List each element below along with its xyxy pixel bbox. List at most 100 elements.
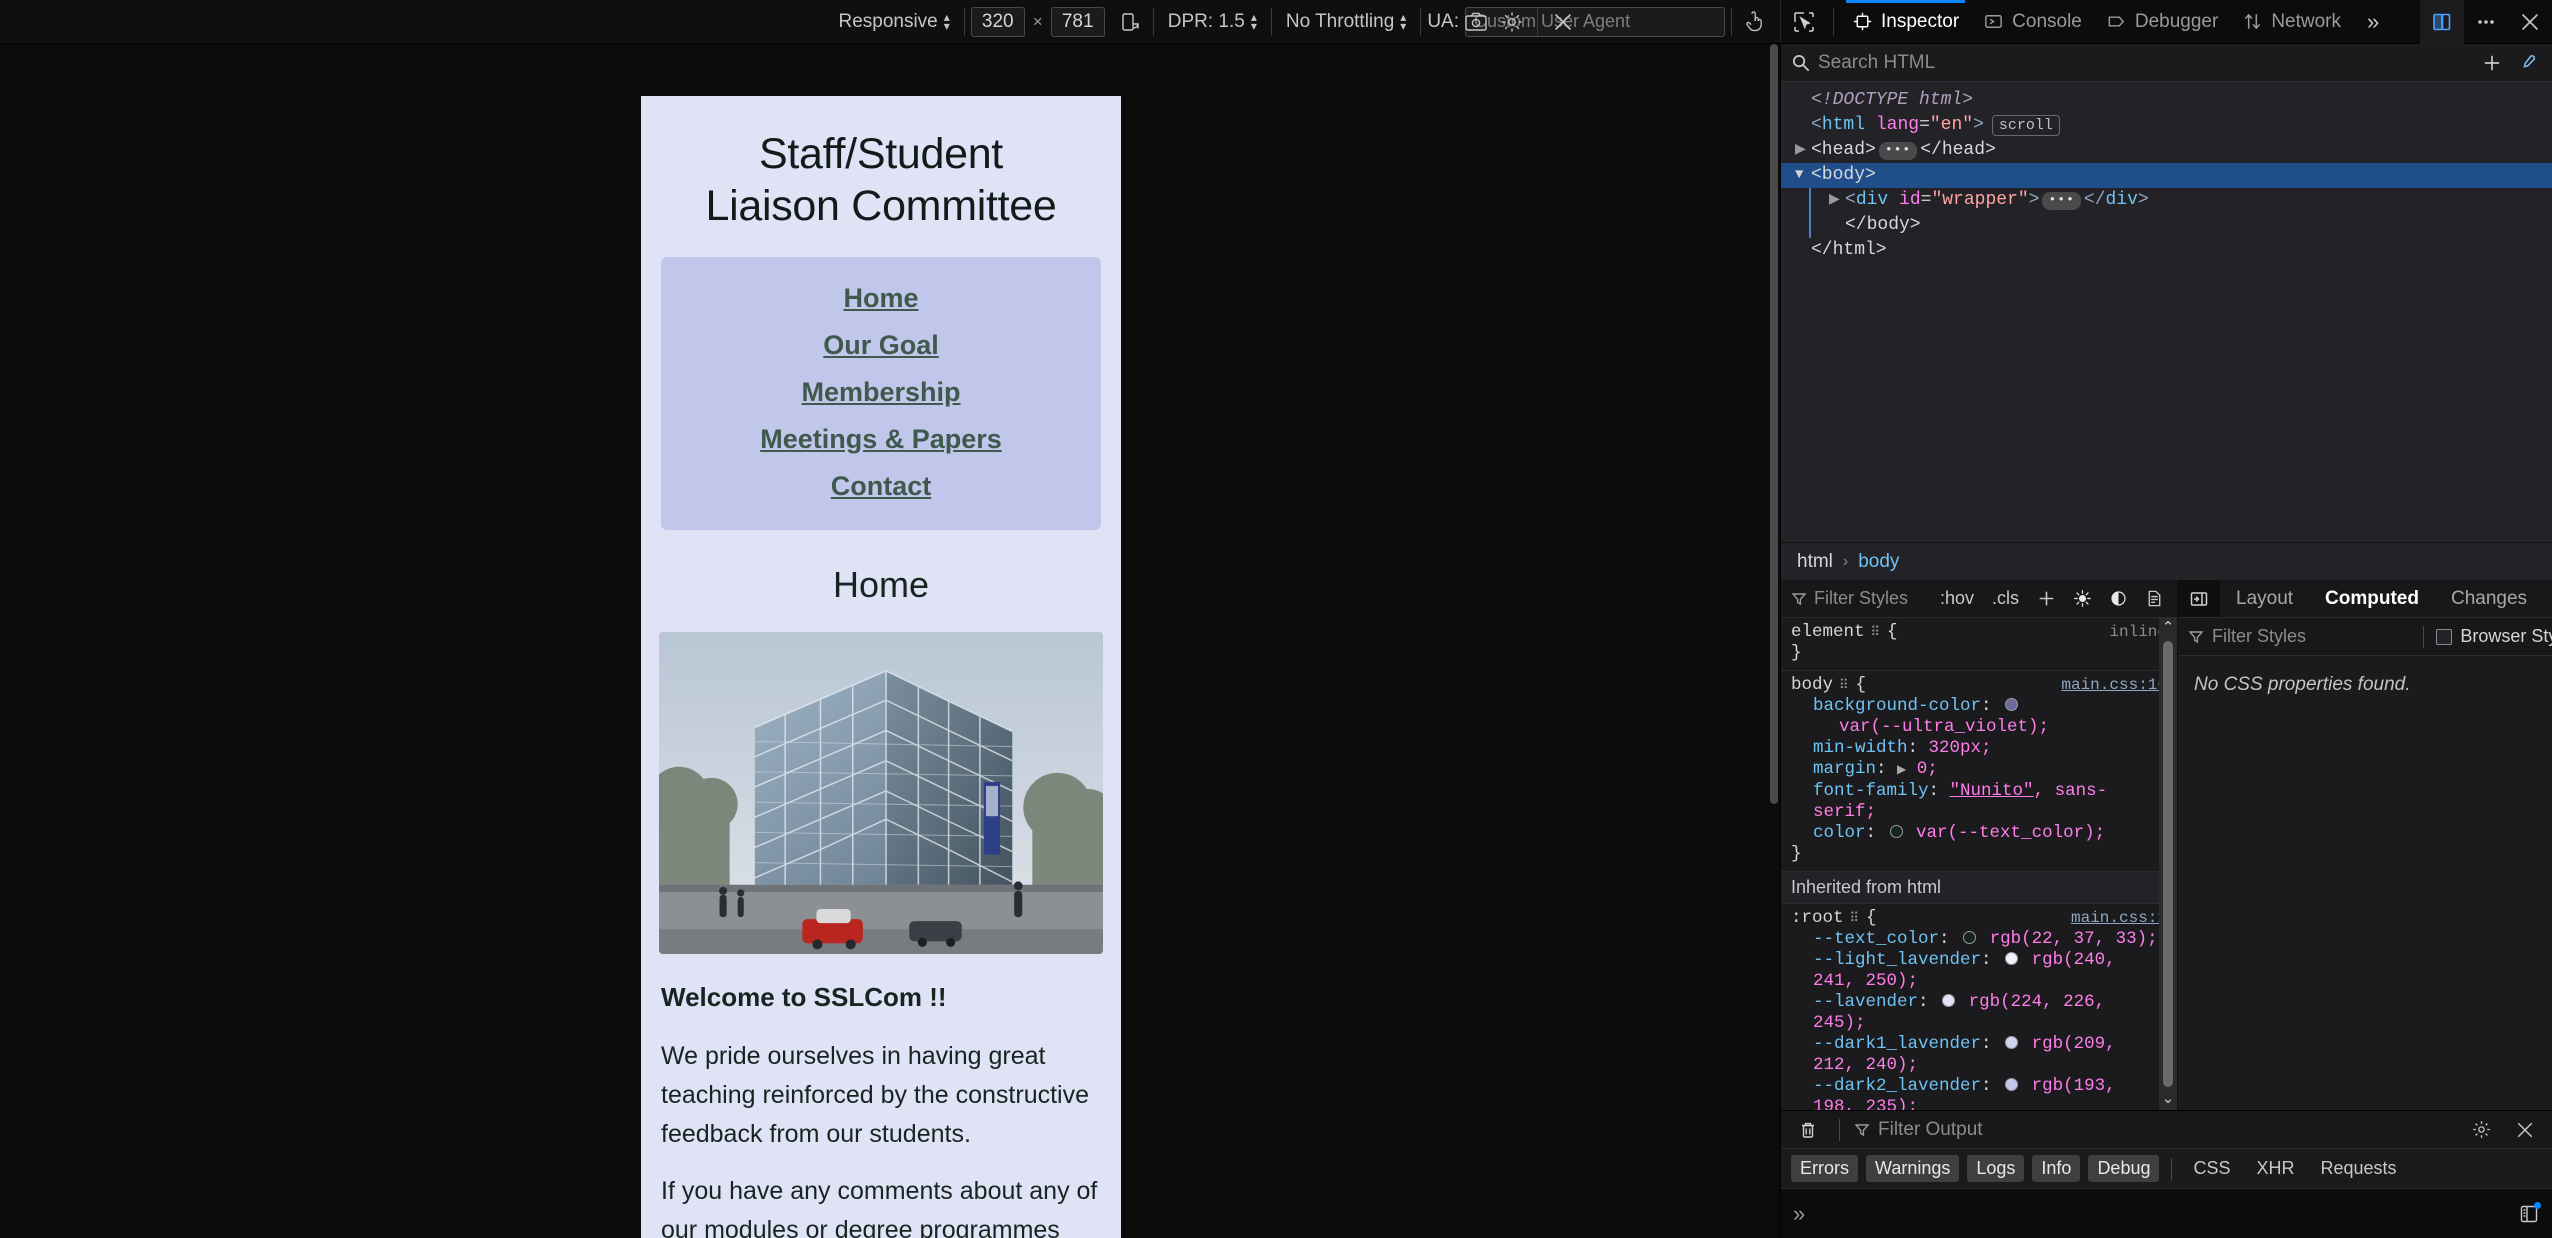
scroll-up-arrow-icon[interactable]: ⌃ bbox=[2162, 618, 2175, 639]
rotate-viewport-icon[interactable] bbox=[1113, 7, 1147, 37]
rule-selector[interactable]: element bbox=[1791, 622, 1865, 643]
nav-link-contact[interactable]: Contact bbox=[661, 463, 1101, 510]
throttling-select[interactable]: No Throttling ▴ ▾ bbox=[1278, 7, 1414, 37]
font-name-value[interactable]: "Nunito" bbox=[1950, 781, 2034, 801]
color-swatch[interactable] bbox=[1889, 825, 1903, 838]
filter-xhr[interactable]: XHR bbox=[2248, 1155, 2304, 1182]
filter-debug[interactable]: Debug bbox=[2088, 1155, 2160, 1182]
close-rdm-icon[interactable] bbox=[1546, 7, 1580, 37]
markup-line-html[interactable]: < html lang = "en" > scroll bbox=[1781, 113, 2552, 138]
color-swatch[interactable] bbox=[1963, 931, 1977, 944]
tab-computed[interactable]: Computed bbox=[2309, 580, 2435, 617]
declaration-value[interactable]: rgb(22, 37, 33); bbox=[1990, 929, 2158, 949]
declaration-dark2-lavender[interactable]: --dark2_lavender: rgb(193, 198, 235); bbox=[1791, 1076, 2167, 1110]
plus-icon[interactable] bbox=[2033, 586, 2059, 612]
tabs-overflow-button[interactable]: » bbox=[2353, 0, 2393, 43]
rules-list[interactable]: element ⠿ { inline } body ⠿ {main.css:1… bbox=[1781, 618, 2177, 1110]
dock-split-icon[interactable] bbox=[2420, 0, 2464, 44]
declaration-margin[interactable]: margin: ▶ 0; bbox=[1791, 759, 2167, 781]
color-swatch[interactable] bbox=[2005, 698, 2019, 711]
declaration-lavender[interactable]: --lavender: rgb(224, 226, 245); bbox=[1791, 992, 2167, 1034]
filter-errors[interactable]: Errors bbox=[1791, 1155, 1858, 1182]
tab-debugger[interactable]: Debugger bbox=[2094, 0, 2230, 43]
nav-link-membership[interactable]: Membership bbox=[661, 369, 1101, 416]
viewport-width-input[interactable]: 320 bbox=[970, 6, 1025, 37]
declaration-value[interactable]: 0; bbox=[1917, 759, 1938, 779]
declaration-color[interactable]: color: var(--text_color); bbox=[1791, 823, 2167, 844]
browser-styles-label[interactable]: Browser Sty... bbox=[2460, 626, 2552, 647]
color-swatch[interactable] bbox=[2005, 1036, 2019, 1049]
collapsed-children-icon[interactable]: ••• bbox=[2042, 191, 2081, 210]
declaration-value[interactable]: var(--ultra_violet); bbox=[1813, 717, 2049, 737]
declaration-font-family[interactable]: font-family: "Nunito", sans-serif; bbox=[1791, 781, 2167, 823]
close-console-icon[interactable] bbox=[2508, 1115, 2542, 1145]
rule-selector[interactable]: body bbox=[1791, 675, 1833, 696]
gear-icon[interactable] bbox=[2464, 1115, 2498, 1145]
markup-line-body[interactable]: ▼ <body> bbox=[1781, 163, 2552, 188]
viewport-scrollbar[interactable] bbox=[1768, 44, 1780, 1238]
rule-element-inline[interactable]: element ⠿ { inline } bbox=[1781, 618, 2177, 671]
filter-css[interactable]: CSS bbox=[2184, 1155, 2239, 1182]
nav-link-our-goal[interactable]: Our Goal bbox=[661, 322, 1101, 369]
cls-toggle[interactable]: .cls bbox=[1988, 586, 2023, 611]
rule-selector[interactable]: :root bbox=[1791, 908, 1844, 929]
expand-triangle-icon[interactable]: ▶ bbox=[1897, 763, 1906, 777]
tab-network[interactable]: Network bbox=[2230, 0, 2353, 43]
filter-warnings[interactable]: Warnings bbox=[1866, 1155, 1960, 1182]
markup-line-wrapper-div[interactable]: ▶ < div id = "wrapper" > ••• </div > bbox=[1809, 188, 2552, 213]
close-devtools-icon[interactable] bbox=[2508, 0, 2552, 44]
gear-icon[interactable] bbox=[1495, 7, 1529, 37]
color-swatch[interactable] bbox=[1942, 994, 1956, 1007]
multiline-editor-icon[interactable] bbox=[2518, 1201, 2541, 1225]
declaration-value[interactable]: var(--text_color); bbox=[1916, 823, 2105, 843]
declaration-light-lavender[interactable]: --light_lavender: rgb(240, 241, 250); bbox=[1791, 950, 2167, 992]
declaration-dark1-lavender[interactable]: --dark1_lavender: rgb(209, 212, 240); bbox=[1791, 1034, 2167, 1076]
trash-icon[interactable] bbox=[1791, 1115, 1825, 1145]
scroll-down-arrow-icon[interactable]: ⌄ bbox=[2162, 1089, 2175, 1110]
tab-layout[interactable]: Layout bbox=[2220, 580, 2309, 617]
viewport-height-input[interactable]: 781 bbox=[1050, 6, 1105, 37]
screenshot-camera-icon[interactable] bbox=[1459, 7, 1493, 37]
filter-styles-input[interactable]: Filter Styles bbox=[1791, 588, 1926, 609]
markup-line-doctype[interactable]: <!DOCTYPE html> bbox=[1781, 88, 2552, 113]
sun-icon[interactable] bbox=[2069, 586, 2095, 612]
eyedropper-icon[interactable] bbox=[2514, 49, 2542, 77]
more-options-icon[interactable] bbox=[2464, 0, 2508, 44]
rule-source-link[interactable]: main.css:16 bbox=[2061, 675, 2167, 696]
rules-scrollbar[interactable]: ⌃ ⌄ bbox=[2159, 618, 2177, 1110]
filter-logs[interactable]: Logs bbox=[1967, 1155, 2025, 1182]
declaration-background-color[interactable]: background-color: var(--ultra_violet); bbox=[1791, 696, 2167, 738]
color-swatch[interactable] bbox=[2005, 1078, 2019, 1091]
touch-simulation-icon[interactable] bbox=[1738, 7, 1772, 37]
markup-line-head[interactable]: ▶ <head> ••• </head> bbox=[1781, 138, 2552, 163]
hov-toggle[interactable]: :hov bbox=[1936, 586, 1978, 611]
chevron-down-icon[interactable] bbox=[2543, 580, 2552, 617]
declaration-min-width[interactable]: min-width: 320px; bbox=[1791, 738, 2167, 759]
color-swatch[interactable] bbox=[2005, 952, 2019, 965]
computed-filter-input[interactable]: Filter Styles bbox=[2212, 626, 2411, 647]
dpr-select[interactable]: DPR: 1.5 ▴ ▾ bbox=[1160, 7, 1265, 37]
pane-toggle-icon[interactable] bbox=[2178, 580, 2220, 617]
rule-root[interactable]: :root ⠿ { main.css:1 --text_color: rgb(2… bbox=[1781, 904, 2177, 1110]
print-media-icon[interactable] bbox=[2141, 586, 2167, 612]
device-viewport[interactable]: Staff/Student Liaison Committee Home Our… bbox=[641, 96, 1121, 1238]
filter-requests[interactable]: Requests bbox=[2312, 1155, 2406, 1182]
element-picker-icon[interactable] bbox=[1781, 0, 1827, 43]
tab-inspector[interactable]: Inspector bbox=[1840, 0, 1971, 43]
search-html-input[interactable]: Search HTML bbox=[1818, 52, 2470, 74]
breadcrumb-item-body[interactable]: body bbox=[1858, 551, 1899, 573]
moon-icon[interactable] bbox=[2105, 586, 2131, 612]
nav-link-home[interactable]: Home bbox=[661, 275, 1101, 322]
console-input-row[interactable]: » bbox=[1781, 1189, 2552, 1238]
declaration-value[interactable]: 320px; bbox=[1929, 738, 1992, 758]
browser-styles-checkbox[interactable] bbox=[2436, 628, 2453, 645]
rule-body[interactable]: body ⠿ { main.css:16 background-color: v… bbox=[1781, 671, 2177, 872]
tab-console[interactable]: Console bbox=[1971, 0, 2094, 43]
declaration-text-color[interactable]: --text_color: rgb(22, 37, 33); bbox=[1791, 929, 2167, 950]
plus-icon[interactable] bbox=[2478, 49, 2506, 77]
breadcrumb-item-html[interactable]: html bbox=[1797, 551, 1833, 573]
nav-link-meetings-papers[interactable]: Meetings & Papers bbox=[661, 416, 1101, 463]
rule-source-link[interactable]: main.css:1 bbox=[2071, 908, 2167, 929]
filter-info[interactable]: Info bbox=[2032, 1155, 2081, 1182]
filter-output-input[interactable]: Filter Output bbox=[1854, 1119, 2454, 1141]
